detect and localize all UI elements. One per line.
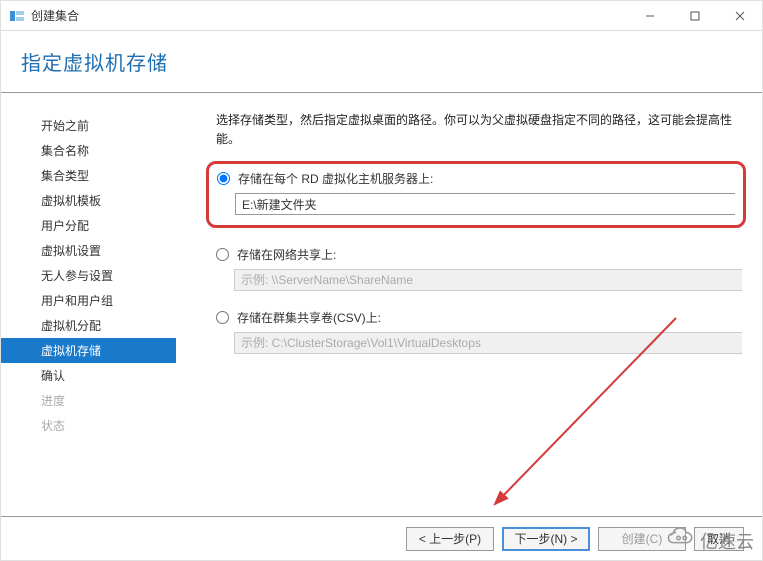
local-storage-path-input[interactable] (235, 193, 735, 215)
window-title: 创建集合 (31, 7, 627, 24)
radio-local-storage-label: 存储在每个 RD 虚拟化主机服务器上: (238, 170, 433, 187)
close-button[interactable] (717, 1, 762, 31)
footer: < 上一步(P) 下一步(N) > 创建(C) 取消 (1, 516, 762, 560)
sidebar-item-vm-settings[interactable]: 虚拟机设置 (1, 238, 176, 263)
network-share-path-input (234, 269, 742, 291)
sidebar-item-status: 状态 (1, 413, 176, 438)
option-network-share: 存储在网络共享上: (216, 246, 742, 291)
maximize-button[interactable] (672, 1, 717, 31)
titlebar: 创建集合 (1, 1, 762, 31)
page-title: 指定虚拟机存储 (21, 47, 742, 76)
sidebar: 开始之前 集合名称 集合类型 虚拟机模板 用户分配 虚拟机设置 无人参与设置 用… (1, 93, 176, 516)
sidebar-item-before-you-begin[interactable]: 开始之前 (1, 113, 176, 138)
sidebar-item-progress: 进度 (1, 388, 176, 413)
sidebar-item-vm-template[interactable]: 虚拟机模板 (1, 188, 176, 213)
sidebar-item-collection-name[interactable]: 集合名称 (1, 138, 176, 163)
sidebar-item-collection-type[interactable]: 集合类型 (1, 163, 176, 188)
radio-network-share-label: 存储在网络共享上: (237, 246, 336, 263)
sidebar-item-unattended-settings[interactable]: 无人参与设置 (1, 263, 176, 288)
sidebar-item-user-assignment[interactable]: 用户分配 (1, 213, 176, 238)
content: 选择存储类型，然后指定虚拟桌面的路径。你可以为父虚拟硬盘指定不同的路径，这可能会… (176, 93, 762, 516)
sidebar-item-confirm[interactable]: 确认 (1, 363, 176, 388)
app-icon (9, 5, 31, 27)
radio-csv-label: 存储在群集共享卷(CSV)上: (237, 309, 381, 326)
previous-button[interactable]: < 上一步(P) (406, 527, 494, 551)
window-controls (627, 1, 762, 31)
sidebar-item-users-groups[interactable]: 用户和用户组 (1, 288, 176, 313)
sidebar-item-vm-storage[interactable]: 虚拟机存储 (1, 338, 176, 363)
csv-path-input (234, 332, 742, 354)
next-button[interactable]: 下一步(N) > (502, 527, 590, 551)
cloud-icon (660, 527, 694, 554)
option-csv: 存储在群集共享卷(CSV)上: (216, 309, 742, 354)
sidebar-item-vm-assignment[interactable]: 虚拟机分配 (1, 313, 176, 338)
radio-csv[interactable] (216, 311, 229, 324)
minimize-button[interactable] (627, 1, 672, 31)
radio-network-share[interactable] (216, 248, 229, 261)
header: 指定虚拟机存储 (1, 31, 762, 93)
watermark-text: 亿速云 (700, 528, 754, 554)
option-local-storage: 存储在每个 RD 虚拟化主机服务器上: (206, 161, 746, 228)
watermark: 亿速云 (660, 527, 754, 554)
description-text: 选择存储类型，然后指定虚拟桌面的路径。你可以为父虚拟硬盘指定不同的路径，这可能会… (216, 111, 742, 149)
radio-local-storage[interactable] (217, 172, 230, 185)
body: 开始之前 集合名称 集合类型 虚拟机模板 用户分配 虚拟机设置 无人参与设置 用… (1, 93, 762, 516)
